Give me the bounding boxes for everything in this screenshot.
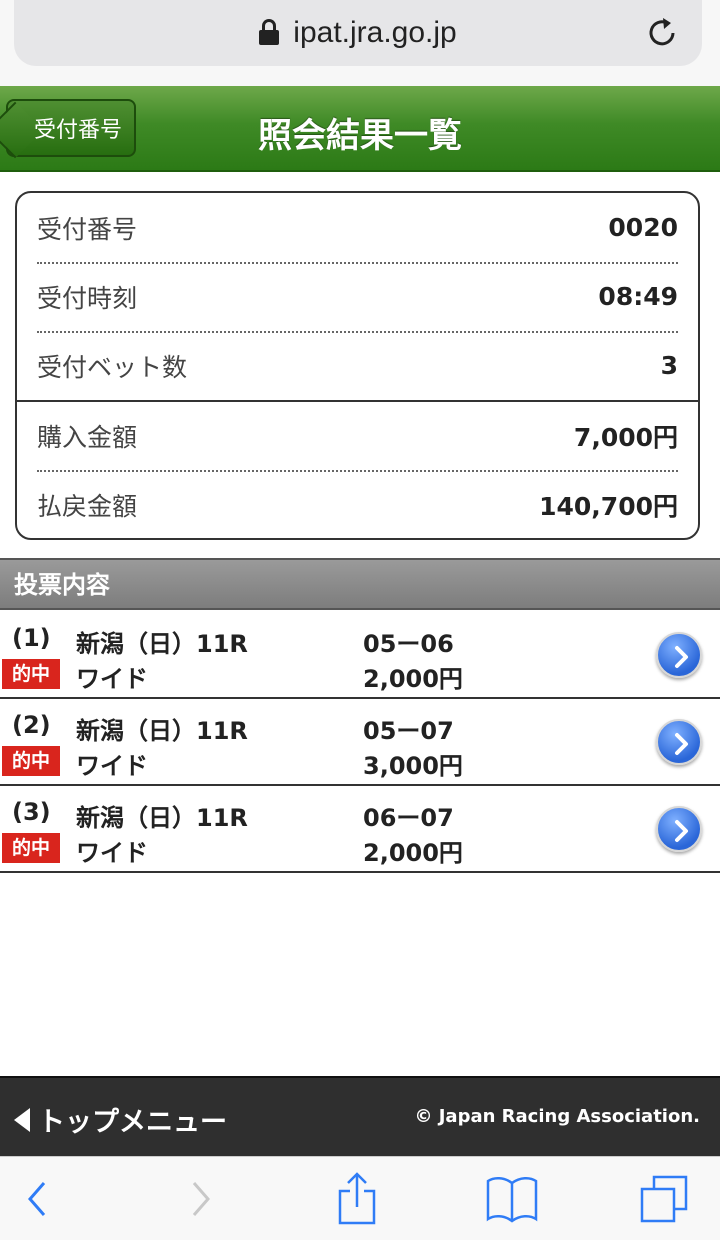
bet-amount: 2,000円 [363,839,463,867]
browser-toolbar [0,1156,720,1240]
bet-type: ワイド [76,665,148,693]
url-text: ipat.jra.go.jp [293,16,457,49]
top-menu-label: トップメニュー [38,1107,227,1138]
bet-race: 新潟（日）11R [76,717,248,745]
browser-address-area: ipat.jra.go.jp [0,0,720,86]
tabs-icon[interactable] [640,1175,690,1225]
section-header-bet-contents: 投票内容 [0,558,720,610]
lock-icon [259,19,280,45]
summary-value: 140,700円 [539,491,678,521]
forward-icon[interactable] [186,1177,216,1221]
hit-badge: 的中 [2,659,60,689]
bet-number: (2) [12,711,51,739]
page-header: 受付番号 照会結果一覧 [0,86,720,172]
summary-row-receipt-time: 受付時刻 08:49 [37,262,678,331]
bet-type: ワイド [76,752,148,780]
hit-badge: 的中 [2,746,60,776]
back-button-label: 受付番号 [33,118,122,143]
address-bar[interactable]: ipat.jra.go.jp [14,0,702,66]
bet-row[interactable]: (1) 新潟（日）11R 05ー06 的中 ワイド 2,000円 [0,612,720,699]
summary-value: 7,000円 [573,422,678,452]
bet-combination: 05ー07 [363,717,454,745]
url-display[interactable]: ipat.jra.go.jp [14,16,702,50]
share-icon[interactable] [336,1171,378,1227]
summary-label: 購入金額 [37,422,138,452]
copyright-text: © Japan Racing Association. [414,1106,700,1127]
summary-row-bet-count: 受付ベット数 3 [37,331,678,400]
bet-type: ワイド [76,839,148,867]
bet-amount: 2,000円 [363,665,463,693]
reload-icon[interactable] [646,16,680,50]
summary-label: 受付ベット数 [37,352,188,382]
summary-label: 払戻金額 [37,491,138,521]
bet-combination: 05ー06 [363,630,454,658]
bet-race: 新潟（日）11R [76,630,248,658]
page-footer: トップメニュー © Japan Racing Association. [0,1076,720,1156]
chevron-right-icon[interactable] [656,806,702,852]
summary-value: 0020 [608,213,678,242]
back-icon[interactable] [22,1177,52,1221]
chevron-right-icon[interactable] [656,719,702,765]
bet-race: 新潟（日）11R [76,804,248,832]
bet-number: (3) [12,798,51,826]
bet-row[interactable]: (2) 新潟（日）11R 05ー07 的中 ワイド 3,000円 [0,699,720,786]
summary-value: 08:49 [598,282,678,311]
summary-label: 受付時刻 [37,283,138,313]
summary-row-payout-amount: 払戻金額 140,700円 [37,470,678,539]
bet-amount: 3,000円 [363,752,463,780]
summary-row-receipt-number: 受付番号 0020 [37,193,678,262]
chevron-right-icon[interactable] [656,632,702,678]
bookmarks-icon[interactable] [486,1175,538,1223]
hit-badge: 的中 [2,833,60,863]
bet-combination: 06ー07 [363,804,454,832]
top-menu-link[interactable]: トップメニュー [14,1100,227,1139]
summary-row-purchase-amount: 購入金額 7,000円 [37,401,678,470]
summary-value: 3 [660,351,678,380]
summary-label: 受付番号 [37,214,138,244]
bet-row[interactable]: (3) 新潟（日）11R 06ー07 的中 ワイド 2,000円 [0,786,720,873]
triangle-left-icon [14,1107,30,1132]
summary-card: 受付番号 0020 受付時刻 08:49 受付ベット数 3 購入金額 7,000… [15,191,700,540]
bet-number: (1) [12,624,51,652]
